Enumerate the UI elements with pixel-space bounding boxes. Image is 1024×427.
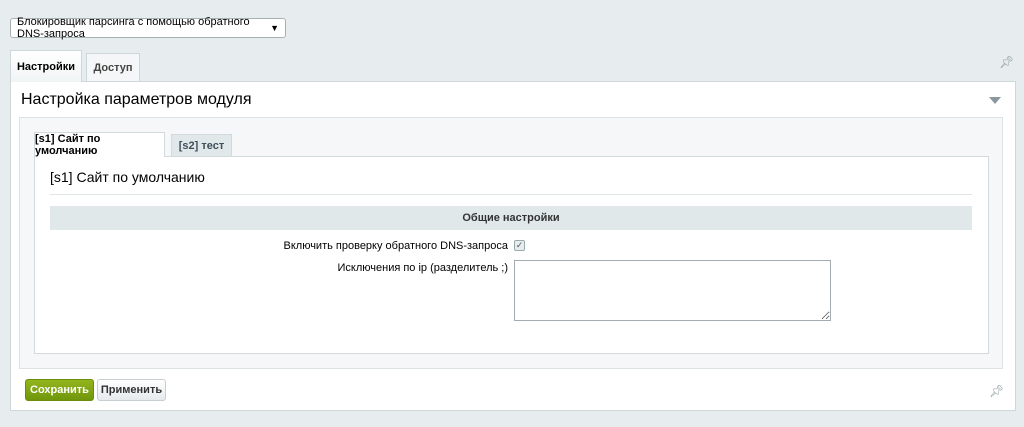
tab-site-s2[interactable]: [s2] тест [171,134,232,157]
collapse-triangle-icon[interactable] [989,97,1001,104]
apply-button[interactable]: Применить [97,379,166,401]
tab-settings[interactable]: Настройки [10,50,82,82]
module-select[interactable]: Блокировщик парсинга с помощью обратного… [10,16,286,40]
ip-exclusions-label: Исключения по ip (разделитель ;) [337,262,509,274]
site-content [34,156,989,354]
dns-check-checkbox[interactable]: ✓ [514,240,525,251]
section-header: Общие настройки [50,206,972,230]
divider [50,194,972,195]
pin-icon[interactable]: 📌︎ [999,55,1014,69]
ip-exclusions-textarea[interactable] [514,260,831,321]
dns-check-label: Включить проверку обратного DNS-запроса [283,240,509,252]
save-button[interactable]: Сохранить [25,379,94,401]
tab-access[interactable]: Доступ [86,53,140,81]
tab-site-s1[interactable]: [s1] Сайт по умолчанию [34,132,165,157]
pin-icon[interactable]: 📌︎ [989,384,1004,398]
site-title: [s1] Сайт по умолчанию [50,169,205,185]
panel-title: Настройка параметров модуля [21,91,252,108]
chevron-down-icon: ▼ [270,23,279,33]
module-select-value: Блокировщик парсинга с помощью обратного… [17,16,250,40]
